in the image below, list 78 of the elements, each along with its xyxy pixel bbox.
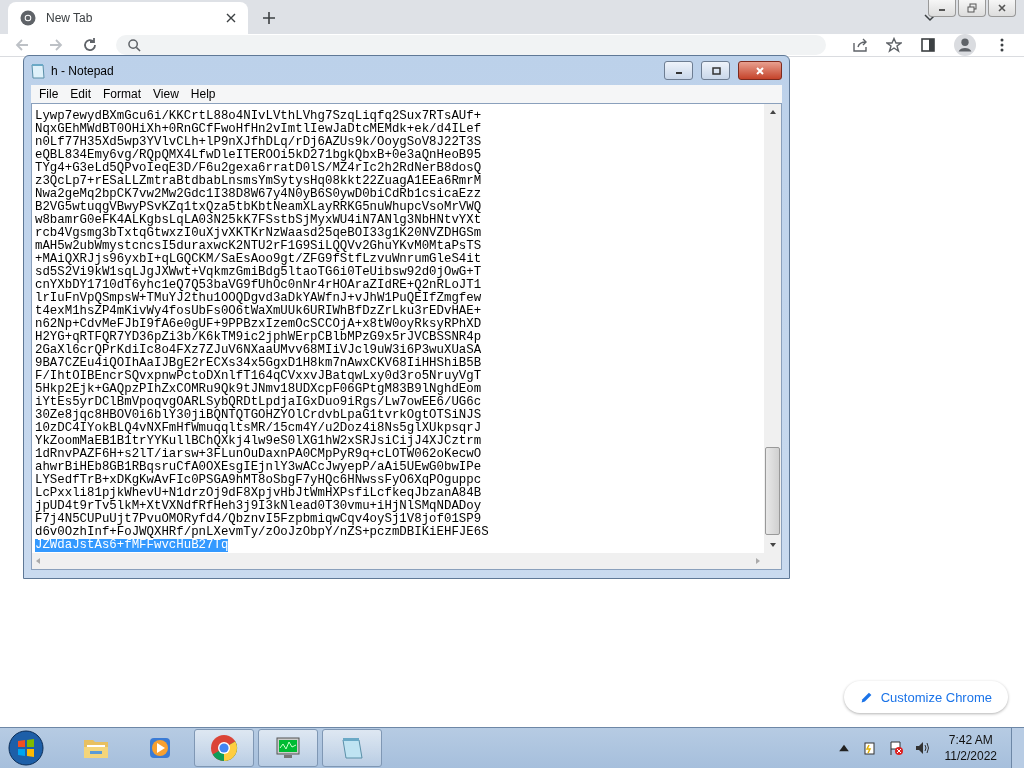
up-arrow-icon[interactable] [769, 110, 776, 114]
scroll-thumb[interactable] [765, 447, 780, 535]
address-field[interactable] [116, 35, 826, 55]
text-line: F7j4N5CUPuUjt7PvuOMORyfd4/QbznvI5FzpbmiqwCqv4oySj1V8jof01SP9 [35, 513, 482, 526]
vertical-scrollbar[interactable] [764, 104, 781, 553]
pencil-icon [859, 690, 873, 704]
menu-item[interactable]: Edit [64, 87, 98, 101]
text-line: t4exM1hsZP4mKivWy4fosUbFs0O6tWaXmUUk6URIWhBfDzZrLku3rEDvHAE+ [35, 305, 482, 318]
menu-item[interactable]: View [147, 87, 185, 101]
reload-icon[interactable] [82, 37, 98, 53]
star-icon[interactable] [886, 37, 902, 53]
share-icon[interactable] [852, 37, 868, 53]
notepad-icon [31, 62, 45, 79]
profile-icon[interactable] [954, 34, 976, 56]
text-line: B2VG5wtuqgVBwyPSvKZq1txQza5tbKbtNeamXLayRRKG5nuWhupcVsoMrVWQ [35, 201, 482, 214]
menu-item[interactable]: Help [184, 87, 222, 101]
taskbar-button[interactable] [194, 729, 254, 767]
restore-button[interactable] [958, 0, 986, 17]
text-line: n62Np+CdvMeFJbI9fA6e0gUF+9PPBzxIzemOcSCCOjA+x8tW0oyRksyRPhXD [35, 318, 482, 331]
date-text: 11/2/2022 [944, 748, 997, 764]
text-line: LYSedfTrB+xDKgKwAvFIc0PSGA9hMT8oSbgF7yHQc6HNwssFyO6XqPOguppc [35, 474, 482, 487]
restore-icon [967, 3, 977, 13]
text-line: iYtEs5yrDClBmVpoqvgOARLSybQRDtLpdjaIGxDuo9iRgs/Lw7owEE6/UG6c [35, 396, 482, 409]
text-line: YkZoomMaEB1B1trYYKullBChQXkj4lw9eS0lXG1hW2xSRJsiCijJ4XJCztrm [35, 435, 482, 448]
text-line: mAH5w2ubWmystcncsI5duraxwcK2NTU2rF1G9SiLQQVv2GhuYKvM0MtaPsTS [35, 240, 482, 253]
side-panel-icon[interactable] [920, 37, 936, 53]
text-line: +MAiQXRJjs96yxbI+qLGQCKM/SaEsAoo9gt/ZFG9fStfLzvuWnrumGleS4it [35, 253, 482, 266]
close-button[interactable] [988, 0, 1016, 17]
menu-item[interactable]: File [33, 87, 65, 101]
text-line: 2GaXl6crQPrKdiIc8o4FXz7ZJuV6NXaaUMvv68MIiVJcl9uW3i6P3wuXUaSA [35, 344, 482, 357]
menu-item[interactable]: Format [97, 87, 148, 101]
close-icon[interactable] [226, 13, 236, 23]
text-line: Lywp7ewydBXmGcu6i/KKCrtL88o4NIvLVthLVhg7SzqLiqfq2Sux7RTsAUf+ [35, 110, 482, 123]
text-line: F/IhtOIBEncrSQvxpnwPctoDXnlfT164qCVxxvJBatqwLxy0d3ro5NruyVgT [35, 370, 482, 383]
plus-icon[interactable] [262, 11, 276, 25]
text-line: 10zDC4IYokBLQ4vNXFmHfWmuqqltsMR/15cm4Y/u2Doz4i8Ns5glXUkpsqrJ [35, 422, 482, 435]
chrome-icon [210, 734, 238, 762]
minimize-button[interactable] [664, 61, 693, 80]
customize-chrome-button[interactable]: Customize Chrome [843, 681, 1008, 713]
text-line: d6v0OzhInf+FoJWQXHRf/pnLXevmTy/zOoJzObpY/nZS+pczmDBIKiEHFJE6S [35, 526, 489, 539]
down-arrow-icon[interactable] [769, 543, 776, 547]
power-icon[interactable] [861, 740, 878, 756]
volume-icon[interactable] [913, 740, 930, 756]
text-line: H2YG+qRTFQR7YD36pZi3b/K6kTM9ic2jphWErpCBlbMPzG9x5rJVCBSSNR4p [35, 331, 482, 344]
text-line: 1dRnvPAZF6H+s2lT/iarsw+3FLunOuDaxnPA0CMpPyR9q+cLOTW062oKecwO [35, 448, 482, 461]
taskbar-button[interactable] [258, 729, 318, 767]
text-line: lrIuFnVpQSmpsW+TMuYJ2thu1OOQDgvd3aDkYAWfnJ+vJhW1PuQEIfZmgfew [35, 292, 482, 305]
chrome-icon [20, 10, 36, 26]
search-icon [128, 38, 141, 52]
text-line: w8bamrG0eFK4ALKgbsLqLA03N25kK7FSstbSjMyxWU4iN7ANlg3NbHNtvYXt [35, 214, 482, 227]
text-line: sd5S2Vi9kW1sqLJgJXWwt+VqkmzGmiBdg5ltaoTG6i0TeUibsw92d0jOwG+T [35, 266, 482, 279]
text-line: eQBL834Emy6vg/RQpQMX4LfwDleITEROOi5kD271bgkQbxB+0e3aQnHeoB95 [35, 149, 482, 162]
browser-tab[interactable]: New Tab [8, 2, 248, 34]
text-line: z3QcLp7+rESaLLZmtraBtdbabLnsmsYmSytysHq08kkt22ZuagA1EEa6RmrM [35, 175, 482, 188]
flag-icon[interactable] [887, 740, 904, 756]
maximize-button[interactable] [701, 61, 730, 80]
close-button[interactable] [738, 61, 782, 80]
start-button[interactable] [8, 730, 44, 766]
text-line: 9BA7CZEu4iQOIhAaIJBgE2rECXs34x5GgxD1H8km7nAwxCKV68IiHHShiB5B [35, 357, 482, 370]
close-icon [997, 3, 1007, 13]
window-title: h - Notepad [51, 63, 114, 78]
text-line: Nwa2geMq2bpCK7vw2Mw2Gdc1I38D8W67y4N0yB6S0ywD0biCdRb1csicaEzz [35, 188, 482, 201]
maximize-icon [709, 66, 722, 75]
text-line: NqxGEhMWdBT0OHiXh+0RnGCfFwoHfHn2vImtlIewJaDtcMEMdk+ek/d4ILef [35, 123, 482, 136]
text-line: 30Ze8jqc8HBOV0i6blY30jiBQNTQTGOHZYOlCrdvbLpaG1tvrkOgtOTSiNJS [35, 409, 482, 422]
clock[interactable]: 7:42 AM 11/2/2022 [944, 732, 997, 764]
text-line: cnYXbDY1710dT6yhc1eQ7Q53baVG9fUhOc0nNr4rHOAraZIdRE+Q2nRLoJT1 [35, 279, 482, 292]
close-icon [754, 66, 766, 75]
text-line: 5Hkp2Ejk+GAQpzPIhZxCOMRu9Qk9tJNmv18UDXcpF06GPtgM83B9lNghdEom [35, 383, 482, 396]
text-line: jpUD4t9rTv5lkM+XtVXNdfRfHeh3j9I3kNlead0T30vmu+iHjNlSMqNDADoy [35, 500, 482, 513]
text-line: TYg4+G3eLd5QPvoIeqE3D/F6u2gexa6rratD0lS/MZ4rIc2h2RdNerB8dosQ [35, 162, 482, 175]
text-line: ahwrBiHEb8GB1RBqsruCfA0OXEsgIEjnlY3wACcJwyepP/aAi5UEwG0bwIPe [35, 461, 482, 474]
text-line: LcPxxli81pjkWhevU+N1drzOj9dF8XpjvHbJtWmHXPsfiLcfkeqJbzanA84B [35, 487, 482, 500]
time-text: 7:42 AM [948, 732, 993, 748]
minimize-button[interactable] [928, 0, 956, 17]
caret-icon[interactable] [924, 14, 936, 22]
text-line: rcb4Vgsmg3bTxtqGtwxzI0uXjvXKTKrNzWaasd25qeBOI33g1K20NVZDHGSm [35, 227, 482, 240]
text-line: n0Lf77H35Xd5wp3YVlvCLh+lP9nXJfhDLq/rDj6AZUs9k/OoygSoV8J22T3S [35, 136, 482, 149]
